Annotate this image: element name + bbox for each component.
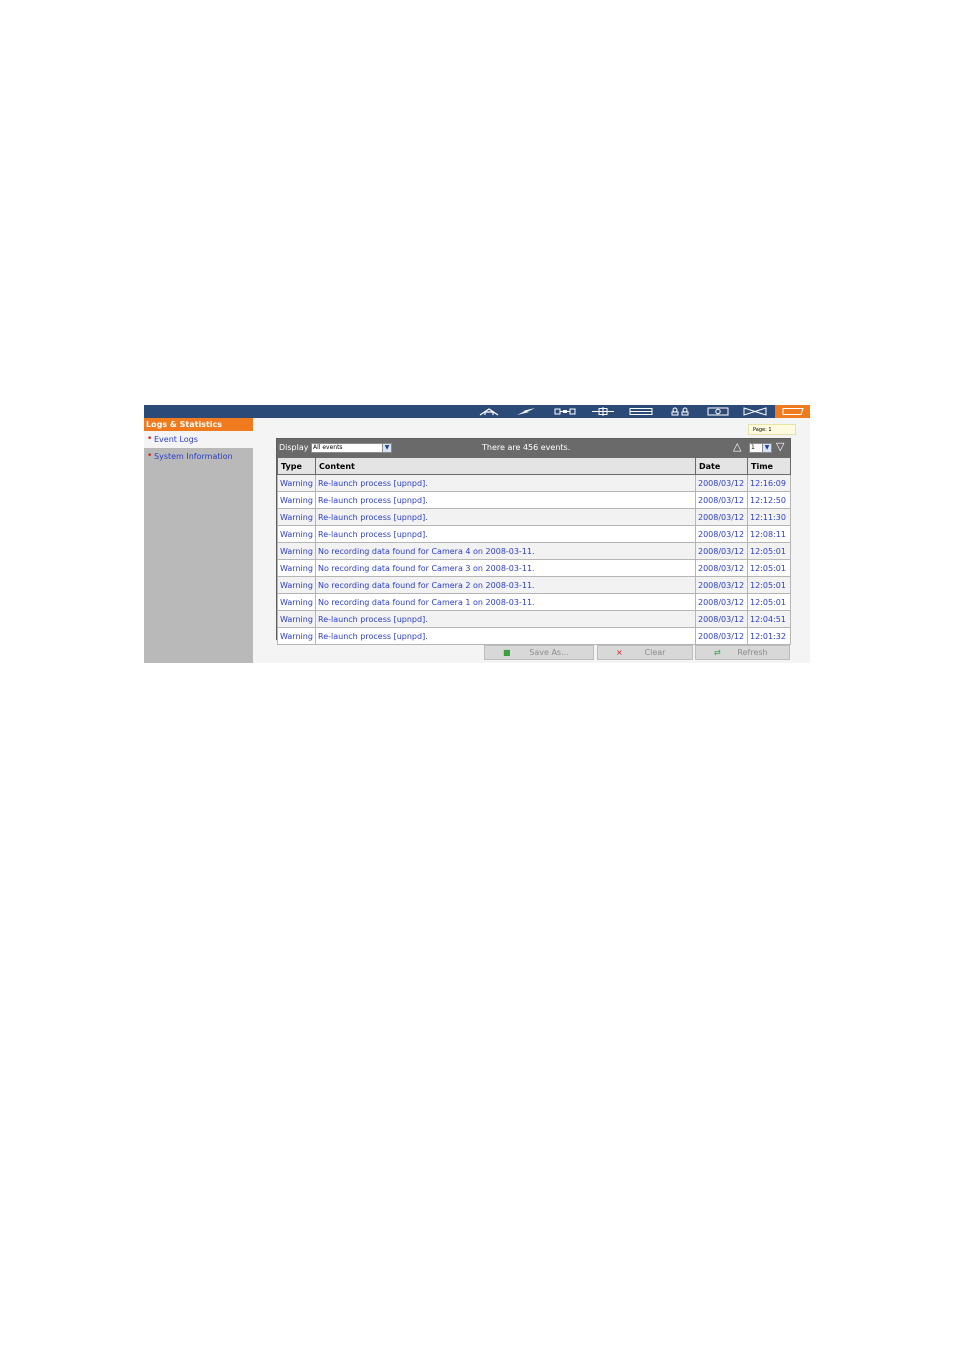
cell-date: 2008/03/12	[695, 627, 748, 645]
cell-date: 2008/03/12	[695, 610, 748, 628]
disk-icon[interactable]	[626, 405, 656, 418]
sidebar-item-label: Event Logs	[154, 435, 198, 444]
page-indicator: Page: 1	[748, 424, 796, 435]
chevron-down-icon[interactable]: ▼	[762, 444, 771, 452]
cell-date: 2008/03/12	[695, 576, 748, 594]
network-share-icon[interactable]	[740, 405, 770, 418]
cell-content: No recording data found for Camera 2 on …	[315, 576, 696, 594]
event-count: There are 456 events.	[482, 443, 571, 452]
save-as-label: Save As...	[529, 648, 569, 657]
cell-time: 12:01:32	[747, 627, 791, 645]
column-header-date[interactable]: Date	[695, 457, 748, 475]
cell-type: Warning	[277, 542, 316, 560]
cell-time: 12:05:01	[747, 542, 791, 560]
event-log-panel: Display All events ▼ There are 456 event…	[276, 438, 791, 645]
sidebar-item-event-logs[interactable]: • Event Logs	[144, 431, 253, 448]
cell-type: Warning	[277, 576, 316, 594]
chevron-down-icon[interactable]: ▼	[382, 444, 391, 452]
network-icon[interactable]	[550, 405, 580, 418]
camera-icon[interactable]	[703, 405, 733, 418]
cell-date: 2008/03/12	[695, 508, 748, 526]
table-header-row: Type Content Date Time	[277, 457, 791, 475]
cell-content: Re-launch process [upnpd].	[315, 627, 696, 645]
cell-content: Re-launch process [upnpd].	[315, 610, 696, 628]
cell-type: Warning	[277, 593, 316, 611]
cell-time: 12:11:30	[747, 508, 791, 526]
page-select-value: 1	[751, 444, 755, 451]
column-header-time[interactable]: Time	[747, 457, 791, 475]
clear-label: Clear	[644, 648, 666, 657]
cell-type: Warning	[277, 627, 316, 645]
table-row[interactable]: Warning No recording data found for Camer…	[277, 576, 791, 594]
cell-date: 2008/03/12	[695, 542, 748, 560]
cell-type: Warning	[277, 610, 316, 628]
cell-content: Re-launch process [upnpd].	[315, 474, 696, 492]
next-page-icon[interactable]: ▽	[776, 441, 784, 453]
table-row[interactable]: Warning Re-launch process [upnpd]. 2008/03…	[277, 491, 791, 509]
cell-date: 2008/03/12	[695, 593, 748, 611]
cell-content: Re-launch process [upnpd].	[315, 525, 696, 543]
column-header-content[interactable]: Content	[315, 457, 696, 475]
cell-date: 2008/03/12	[695, 559, 748, 577]
cell-type: Warning	[277, 491, 316, 509]
table-row[interactable]: Warning No recording data found for Camer…	[277, 559, 791, 577]
cell-date: 2008/03/12	[695, 491, 748, 509]
previous-page-icon[interactable]: △	[733, 441, 741, 453]
cell-time: 12:05:01	[747, 559, 791, 577]
save-as-button[interactable]: ■ Save As...	[484, 645, 594, 660]
display-filter-select[interactable]: All events ▼	[311, 443, 392, 453]
bullet-icon: •	[147, 451, 153, 461]
home-icon[interactable]	[474, 405, 504, 418]
table-row[interactable]: Warning No recording data found for Camer…	[277, 593, 791, 611]
cell-type: Warning	[277, 525, 316, 543]
cell-content: No recording data found for Camera 4 on …	[315, 542, 696, 560]
cell-type: Warning	[277, 474, 316, 492]
cell-content: No recording data found for Camera 1 on …	[315, 593, 696, 611]
table-row[interactable]: Warning No recording data found for Camer…	[277, 542, 791, 560]
table-row[interactable]: Warning Re-launch process [upnpd]. 2008/03…	[277, 474, 791, 492]
sidebar-title: Logs & Statistics	[144, 418, 253, 431]
event-log-table: Type Content Date Time Warning Re-launch …	[277, 457, 791, 645]
device-icon[interactable]	[588, 405, 618, 418]
sidebar: Logs & Statistics • Event Logs • System …	[144, 418, 253, 663]
display-label: Display	[279, 443, 309, 452]
panel-header: Display All events ▼ There are 456 event…	[277, 439, 790, 457]
cell-type: Warning	[277, 559, 316, 577]
cell-time: 12:08:11	[747, 525, 791, 543]
cell-time: 12:12:50	[747, 491, 791, 509]
cell-time: 12:05:01	[747, 576, 791, 594]
cell-type: Warning	[277, 508, 316, 526]
cell-time: 12:16:09	[747, 474, 791, 492]
refresh-button[interactable]: ⇄ Refresh	[695, 645, 790, 660]
logs-icon[interactable]	[775, 405, 810, 418]
sidebar-item-label: System Information	[154, 452, 233, 461]
top-nav-bar	[144, 405, 810, 418]
bullet-icon: •	[147, 434, 153, 444]
cell-date: 2008/03/12	[695, 525, 748, 543]
cell-time: 12:04:51	[747, 610, 791, 628]
table-row[interactable]: Warning Re-launch process [upnpd]. 2008/03…	[277, 525, 791, 543]
cell-date: 2008/03/12	[695, 474, 748, 492]
users-icon[interactable]	[665, 405, 695, 418]
cell-content: Re-launch process [upnpd].	[315, 491, 696, 509]
page-select[interactable]: 1 ▼	[749, 443, 772, 453]
wizard-icon[interactable]	[511, 405, 541, 418]
cell-content: No recording data found for Camera 3 on …	[315, 559, 696, 577]
clear-button[interactable]: × Clear	[597, 645, 693, 660]
table-row[interactable]: Warning Re-launch process [upnpd]. 2008/03…	[277, 627, 791, 645]
app-window: Logs & Statistics • Event Logs • System …	[144, 405, 810, 663]
cell-content: Re-launch process [upnpd].	[315, 508, 696, 526]
sidebar-item-system-information[interactable]: • System Information	[144, 448, 253, 465]
refresh-label: Refresh	[737, 648, 768, 657]
column-header-type[interactable]: Type	[277, 457, 316, 475]
table-row[interactable]: Warning Re-launch process [upnpd]. 2008/03…	[277, 610, 791, 628]
table-body: Warning Re-launch process [upnpd]. 2008/03…	[277, 474, 791, 645]
table-row[interactable]: Warning Re-launch process [upnpd]. 2008/03…	[277, 508, 791, 526]
display-filter-value: All events	[313, 444, 343, 451]
cell-time: 12:05:01	[747, 593, 791, 611]
